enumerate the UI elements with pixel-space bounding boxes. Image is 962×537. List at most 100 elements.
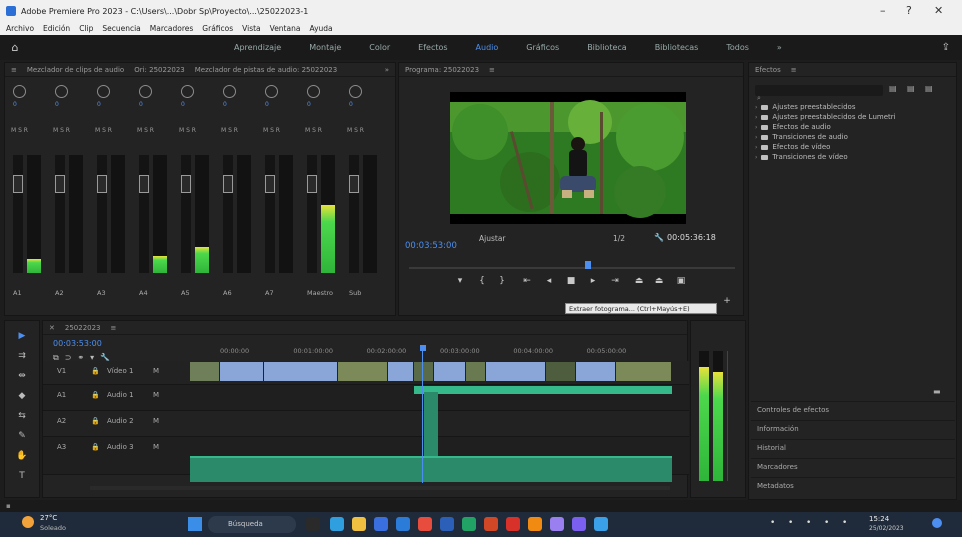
help-button[interactable]: ?: [906, 4, 912, 17]
fader-track[interactable]: [97, 155, 107, 273]
track-name[interactable]: A3: [57, 443, 66, 451]
audio-clip-a1[interactable]: [414, 386, 672, 394]
effects-tree-item[interactable]: › Ajustes preestablecidos: [755, 103, 855, 111]
channel-mute-solo[interactable]: M S R: [11, 127, 28, 134]
video-clip[interactable]: [434, 362, 466, 381]
effects-subpanel-tab[interactable]: Información: [751, 420, 955, 437]
word-icon[interactable]: [440, 517, 454, 531]
workspaces-overflow-icon[interactable]: »: [763, 43, 796, 52]
vlc-icon[interactable]: [528, 517, 542, 531]
audio-clip-a3-right[interactable]: [414, 456, 672, 482]
tab-effects[interactable]: Efectos: [755, 66, 781, 74]
new-bin-icon[interactable]: ▬: [933, 387, 941, 396]
stop-icon[interactable]: ■: [564, 276, 578, 286]
extract-icon[interactable]: ⏏: [652, 276, 666, 286]
wrench-icon[interactable]: 🔧: [654, 233, 664, 242]
weather-temp[interactable]: 27°C: [40, 514, 57, 522]
effects-tree-item[interactable]: › Efectos de vídeo: [755, 143, 830, 151]
workspace-tab[interactable]: Color: [355, 43, 404, 52]
home-icon[interactable]: ⌂: [0, 41, 30, 54]
fader-handle[interactable]: [13, 175, 23, 193]
notification-icon[interactable]: [932, 518, 942, 528]
fader-track[interactable]: [139, 155, 149, 273]
menu-graficos[interactable]: Gráficos: [202, 24, 233, 33]
track-lock-icon[interactable]: 🔒: [91, 367, 100, 375]
menu-ventana[interactable]: Ventana: [270, 24, 301, 33]
effects-subpanel-tab[interactable]: Historial: [751, 439, 955, 456]
fader-handle[interactable]: [139, 175, 149, 193]
channel-mute-solo[interactable]: M S R: [53, 127, 70, 134]
video-clip[interactable]: [338, 362, 388, 381]
program-playhead[interactable]: [585, 261, 592, 269]
excel-icon[interactable]: [462, 517, 476, 531]
track-name[interactable]: V1: [57, 367, 66, 375]
track-mute-icon[interactable]: M: [153, 391, 159, 399]
app-icon[interactable]: [594, 517, 608, 531]
menu-edicion[interactable]: Edición: [43, 24, 70, 33]
store-icon[interactable]: [374, 517, 388, 531]
video-clip[interactable]: [220, 362, 264, 381]
menu-vista[interactable]: Vista: [242, 24, 261, 33]
video-clip[interactable]: [486, 362, 546, 381]
video-clip[interactable]: [190, 362, 220, 381]
menu-ayuda[interactable]: Ayuda: [309, 24, 332, 33]
workspace-tab-active[interactable]: Audio: [462, 43, 513, 52]
pan-knob[interactable]: [265, 85, 278, 98]
fader-track[interactable]: [349, 155, 359, 273]
menu-clip[interactable]: Clip: [79, 24, 93, 33]
slip-tool-icon[interactable]: ⇆: [13, 411, 31, 423]
ppt-icon[interactable]: [484, 517, 498, 531]
video-clip[interactable]: [264, 362, 338, 381]
ripple-edit-tool-icon[interactable]: ⇹: [13, 371, 31, 383]
fader-handle[interactable]: [181, 175, 191, 193]
effects-subpanel-tab[interactable]: Metadatos: [751, 477, 955, 494]
fader-track[interactable]: [181, 155, 191, 273]
panel-overflow-icon[interactable]: »: [385, 66, 395, 74]
audio-clip-a2[interactable]: [424, 392, 438, 462]
effects-tree-item[interactable]: › Transiciones de audio: [755, 133, 848, 141]
hand-tool-icon[interactable]: ✋: [13, 451, 31, 463]
volume-icon[interactable]: •: [806, 518, 811, 528]
tab-audio-clip-mixer[interactable]: Mezclador de clips de audio: [27, 66, 124, 74]
selection-tool-icon[interactable]: ▶: [13, 331, 31, 343]
go-to-in-icon[interactable]: ⇤: [520, 276, 534, 286]
go-to-out-icon[interactable]: ⇥: [608, 276, 622, 286]
fader-handle[interactable]: [307, 175, 317, 193]
menu-marcadores[interactable]: Marcadores: [150, 24, 194, 33]
video-clip[interactable]: [466, 362, 486, 381]
fader-handle[interactable]: [97, 175, 107, 193]
video-clip[interactable]: [546, 362, 576, 381]
razor-tool-icon[interactable]: ◆: [13, 391, 31, 403]
edge-icon[interactable]: [330, 517, 344, 531]
expand-chevron-icon[interactable]: ›: [755, 134, 757, 141]
program-timecode[interactable]: 00:03:53:00: [405, 233, 457, 252]
expand-chevron-icon[interactable]: ›: [755, 144, 757, 151]
resolution-dropdown[interactable]: 1/2: [613, 234, 625, 243]
lift-icon[interactable]: ⏏: [632, 276, 646, 286]
track-lock-icon[interactable]: 🔒: [91, 443, 100, 451]
pan-knob[interactable]: [139, 85, 152, 98]
pan-knob[interactable]: [181, 85, 194, 98]
add-marker-icon[interactable]: ▾: [453, 276, 467, 286]
program-scrub-bar[interactable]: [409, 267, 735, 269]
channel-mute-solo[interactable]: M S R: [221, 127, 238, 134]
mark-in-icon[interactable]: {: [475, 276, 489, 286]
video-clip[interactable]: [414, 362, 434, 381]
pen-tool-icon[interactable]: ✎: [13, 431, 31, 443]
fader-handle[interactable]: [265, 175, 275, 193]
track-lock-icon[interactable]: 🔒: [91, 417, 100, 425]
step-forward-icon[interactable]: ▸: [586, 276, 600, 286]
track-mute-icon[interactable]: M: [153, 443, 159, 451]
timeline-timecode[interactable]: 00:03:53:00: [53, 339, 102, 348]
pan-knob[interactable]: [349, 85, 362, 98]
minimize-button[interactable]: –: [880, 4, 886, 17]
mixer-menu-icon[interactable]: ≡: [11, 66, 17, 74]
workspace-tab[interactable]: Gráficos: [512, 43, 573, 52]
fader-handle[interactable]: [349, 175, 359, 193]
effects-tree-item[interactable]: › Transiciones de vídeo: [755, 153, 848, 161]
type-tool-icon[interactable]: T: [13, 471, 31, 483]
premiere-icon[interactable]: [550, 517, 564, 531]
expand-chevron-icon[interactable]: ›: [755, 124, 757, 131]
track-name[interactable]: A2: [57, 417, 66, 425]
menu-secuencia[interactable]: Secuencia: [102, 24, 140, 33]
